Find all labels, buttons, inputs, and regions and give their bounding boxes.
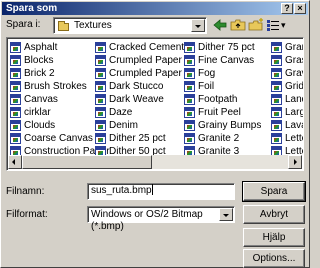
cancel-button[interactable]: Avbryt xyxy=(243,205,305,224)
new-folder-button[interactable] xyxy=(247,17,265,33)
file-item[interactable]: Crumpled Paper 2 xyxy=(95,54,190,67)
file-column-4: Granite Grass Gravel Grid Lands Large M … xyxy=(271,41,303,158)
file-item[interactable]: Denim xyxy=(95,119,190,132)
help-title-button[interactable]: ? xyxy=(281,3,293,14)
save-in-label: Spara i: xyxy=(6,19,41,30)
file-item[interactable]: Dark Stucco xyxy=(95,80,190,93)
bitmap-file-icon xyxy=(95,81,106,92)
chevron-down-icon[interactable] xyxy=(191,19,205,32)
bitmap-file-icon xyxy=(184,120,195,131)
file-item[interactable]: Granite xyxy=(271,41,303,54)
dropdown-arrow-icon: ▾ xyxy=(281,20,286,30)
bitmap-file-icon xyxy=(95,133,106,144)
bitmap-file-icon xyxy=(95,68,106,79)
file-item[interactable]: Lava xyxy=(271,119,303,132)
window-title: Spara som xyxy=(6,3,58,14)
bitmap-file-icon xyxy=(271,94,282,105)
file-item[interactable]: Cracked Cement xyxy=(95,41,190,54)
bitmap-file-icon xyxy=(95,42,106,53)
up-folder-icon xyxy=(230,19,246,31)
bitmap-file-icon xyxy=(10,42,21,53)
file-item[interactable]: Dither 75 pct xyxy=(184,41,261,54)
bitmap-file-icon xyxy=(95,120,106,131)
file-item[interactable]: Daze xyxy=(95,106,190,119)
bitmap-file-icon xyxy=(10,68,21,79)
view-menu-button[interactable]: ▾ xyxy=(265,17,289,33)
bitmap-file-icon xyxy=(184,55,195,66)
file-list[interactable]: Asphalt Blocks Brick 2 Brush Strokes Can… xyxy=(6,37,304,171)
bitmap-file-icon xyxy=(10,120,21,131)
up-folder-button[interactable] xyxy=(229,17,247,33)
bitmap-file-icon xyxy=(271,107,282,118)
help-button[interactable]: Hjälp xyxy=(243,228,305,247)
back-button[interactable] xyxy=(211,17,229,33)
folder-icon xyxy=(58,21,69,31)
scroll-thumb[interactable] xyxy=(22,155,152,169)
new-folder-icon xyxy=(248,18,263,31)
bitmap-file-icon xyxy=(95,55,106,66)
file-item[interactable]: Fog xyxy=(184,67,261,80)
save-button[interactable]: Spara xyxy=(242,181,306,202)
bitmap-file-icon xyxy=(10,94,21,105)
file-item[interactable]: Dither 25 pct xyxy=(95,132,190,145)
file-item[interactable]: Grainy Bumps xyxy=(184,119,261,132)
file-item[interactable]: Foil xyxy=(184,80,261,93)
bitmap-file-icon xyxy=(271,68,282,79)
bitmap-file-icon xyxy=(10,81,21,92)
file-item[interactable]: Granite 2 xyxy=(184,132,261,145)
current-folder: Textures xyxy=(74,20,112,31)
horizontal-scrollbar[interactable] xyxy=(8,155,302,169)
close-button[interactable]: × xyxy=(294,3,306,14)
file-item[interactable]: Grass xyxy=(271,54,303,67)
bitmap-file-icon xyxy=(10,107,21,118)
file-item[interactable]: Crumpled Paper xyxy=(95,67,190,80)
bitmap-file-icon xyxy=(184,94,195,105)
text-caret xyxy=(151,184,153,195)
bitmap-file-icon xyxy=(184,68,195,79)
bitmap-file-icon xyxy=(95,107,106,118)
file-item[interactable]: Grid xyxy=(271,80,303,93)
bitmap-file-icon xyxy=(271,42,282,53)
file-item[interactable]: Dark Weave xyxy=(95,93,190,106)
save-in-dropdown[interactable]: Textures xyxy=(53,17,207,34)
filetype-value: Windows or OS/2 Bitmap (*.bmp) xyxy=(91,209,203,232)
scroll-right-button[interactable] xyxy=(288,155,302,169)
bitmap-file-icon xyxy=(184,133,195,144)
bitmap-file-icon xyxy=(271,55,282,66)
filename-input[interactable]: sus_ruta.bmp xyxy=(87,183,235,200)
file-column-3: Dither 75 pct Fine Canvas Fog Foil Footp… xyxy=(184,41,261,158)
file-item[interactable]: Footpath xyxy=(184,93,261,106)
bitmap-file-icon xyxy=(10,55,21,66)
bitmap-file-icon xyxy=(184,81,195,92)
file-item[interactable]: Lands xyxy=(271,93,303,106)
file-item[interactable]: Gravel xyxy=(271,67,303,80)
bitmap-file-icon xyxy=(184,107,195,118)
filetype-label: Filformat: xyxy=(6,209,48,220)
bitmap-file-icon xyxy=(271,133,282,144)
file-item[interactable]: Fruit Peel xyxy=(184,106,261,119)
chevron-down-icon[interactable] xyxy=(219,208,233,221)
bitmap-file-icon xyxy=(10,133,21,144)
file-item[interactable]: Letters xyxy=(271,132,303,145)
filename-label: Filnamn: xyxy=(6,186,45,197)
filetype-dropdown[interactable]: Windows or OS/2 Bitmap (*.bmp) xyxy=(87,206,235,232)
bitmap-file-icon xyxy=(184,42,195,53)
options-button[interactable]: Options... xyxy=(243,249,305,268)
file-item[interactable]: Large M xyxy=(271,106,303,119)
save-as-dialog: Spara som ? × Spara i: Textures ▾ Asphal… xyxy=(0,0,310,268)
back-arrow-icon xyxy=(213,19,227,31)
title-bar: Spara som ? × xyxy=(2,2,308,15)
bitmap-file-icon xyxy=(271,81,282,92)
bitmap-file-icon xyxy=(271,120,282,131)
bitmap-file-icon xyxy=(95,94,106,105)
list-view-icon xyxy=(267,20,279,31)
file-column-2: Cracked Cement Crumpled Paper 2 Crumpled… xyxy=(95,41,190,158)
file-item[interactable]: Fine Canvas xyxy=(184,54,261,67)
scroll-left-button[interactable] xyxy=(8,155,22,169)
